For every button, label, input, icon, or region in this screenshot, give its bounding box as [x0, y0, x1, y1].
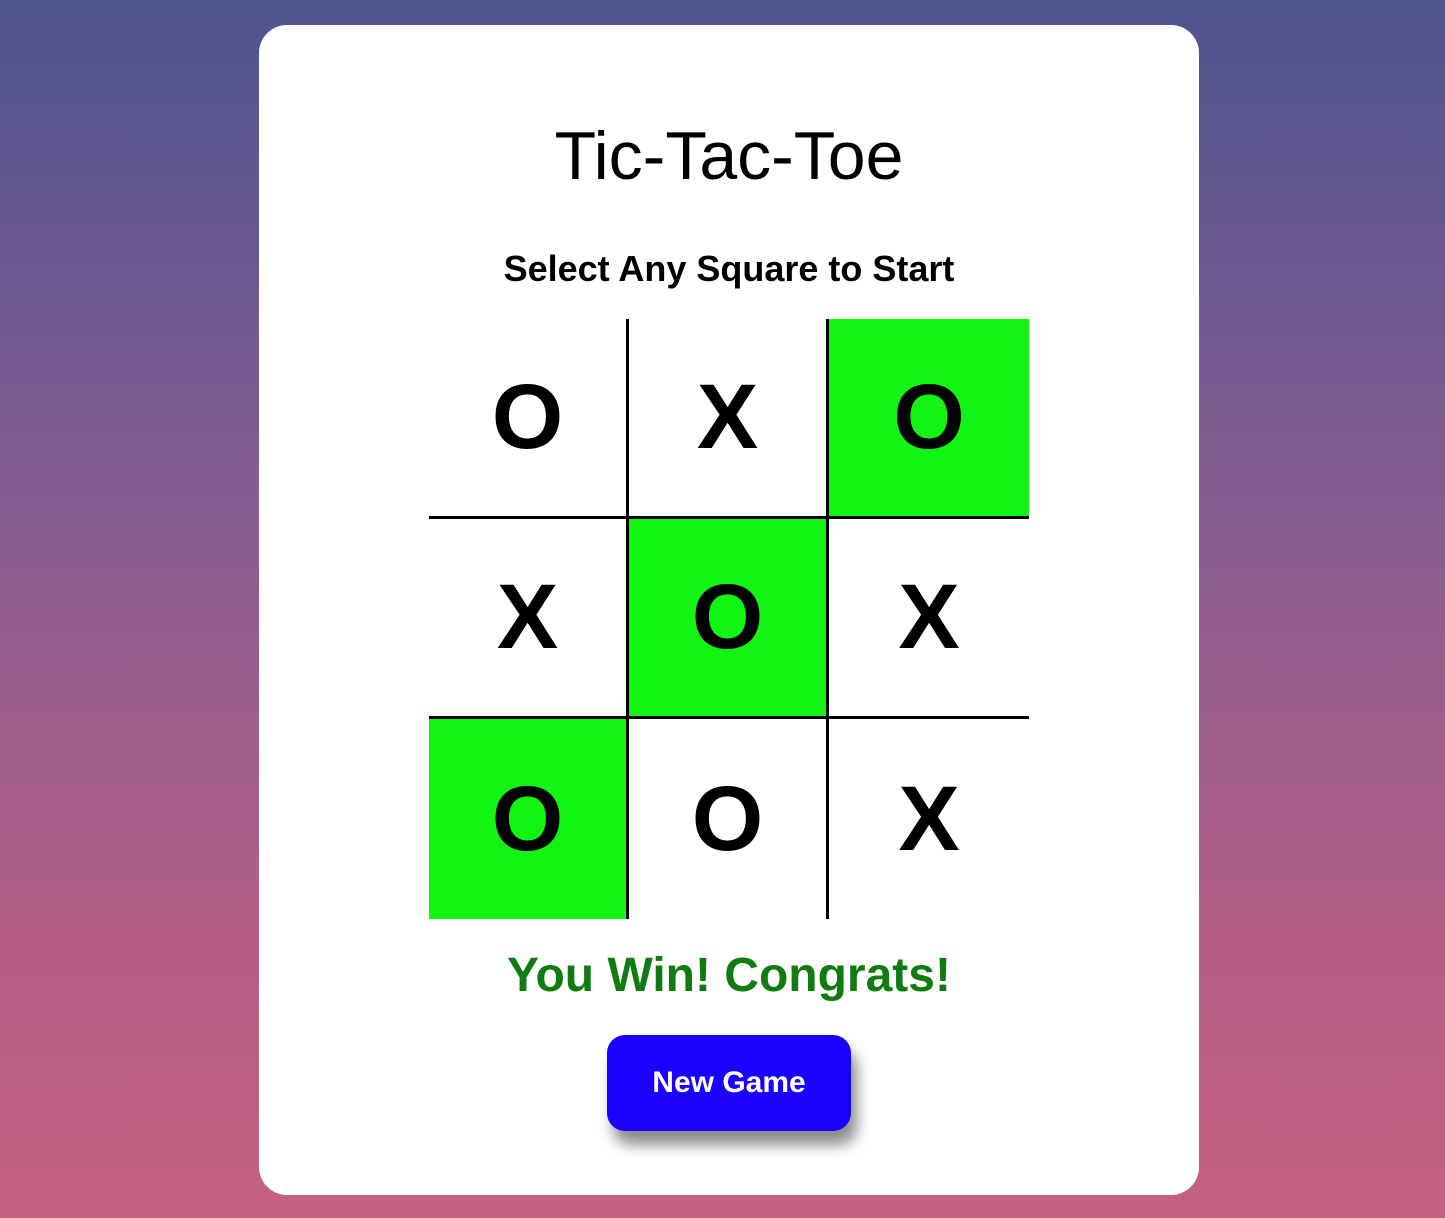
- board-cell-6[interactable]: X: [829, 519, 1029, 719]
- game-card: Tic-Tac-Toe Select Any Square to Start O…: [259, 25, 1199, 1195]
- board-cell-7[interactable]: O: [429, 719, 629, 919]
- instruction-text: Select Any Square to Start: [503, 248, 955, 289]
- new-game-button[interactable]: New Game: [607, 1035, 851, 1131]
- page-title: Tic-Tac-Toe: [554, 118, 904, 194]
- board-cell-2[interactable]: X: [629, 319, 829, 519]
- board-cell-8[interactable]: O: [629, 719, 829, 919]
- board-cell-3[interactable]: O: [829, 319, 1029, 519]
- board-cell-9[interactable]: X: [829, 719, 1029, 919]
- board-cell-4[interactable]: X: [429, 519, 629, 719]
- win-message: You Win! Congrats!: [507, 949, 951, 1002]
- board-cell-1[interactable]: O: [429, 319, 629, 519]
- game-board: O X O X O X O O X: [429, 319, 1029, 919]
- board-cell-5[interactable]: O: [629, 519, 829, 719]
